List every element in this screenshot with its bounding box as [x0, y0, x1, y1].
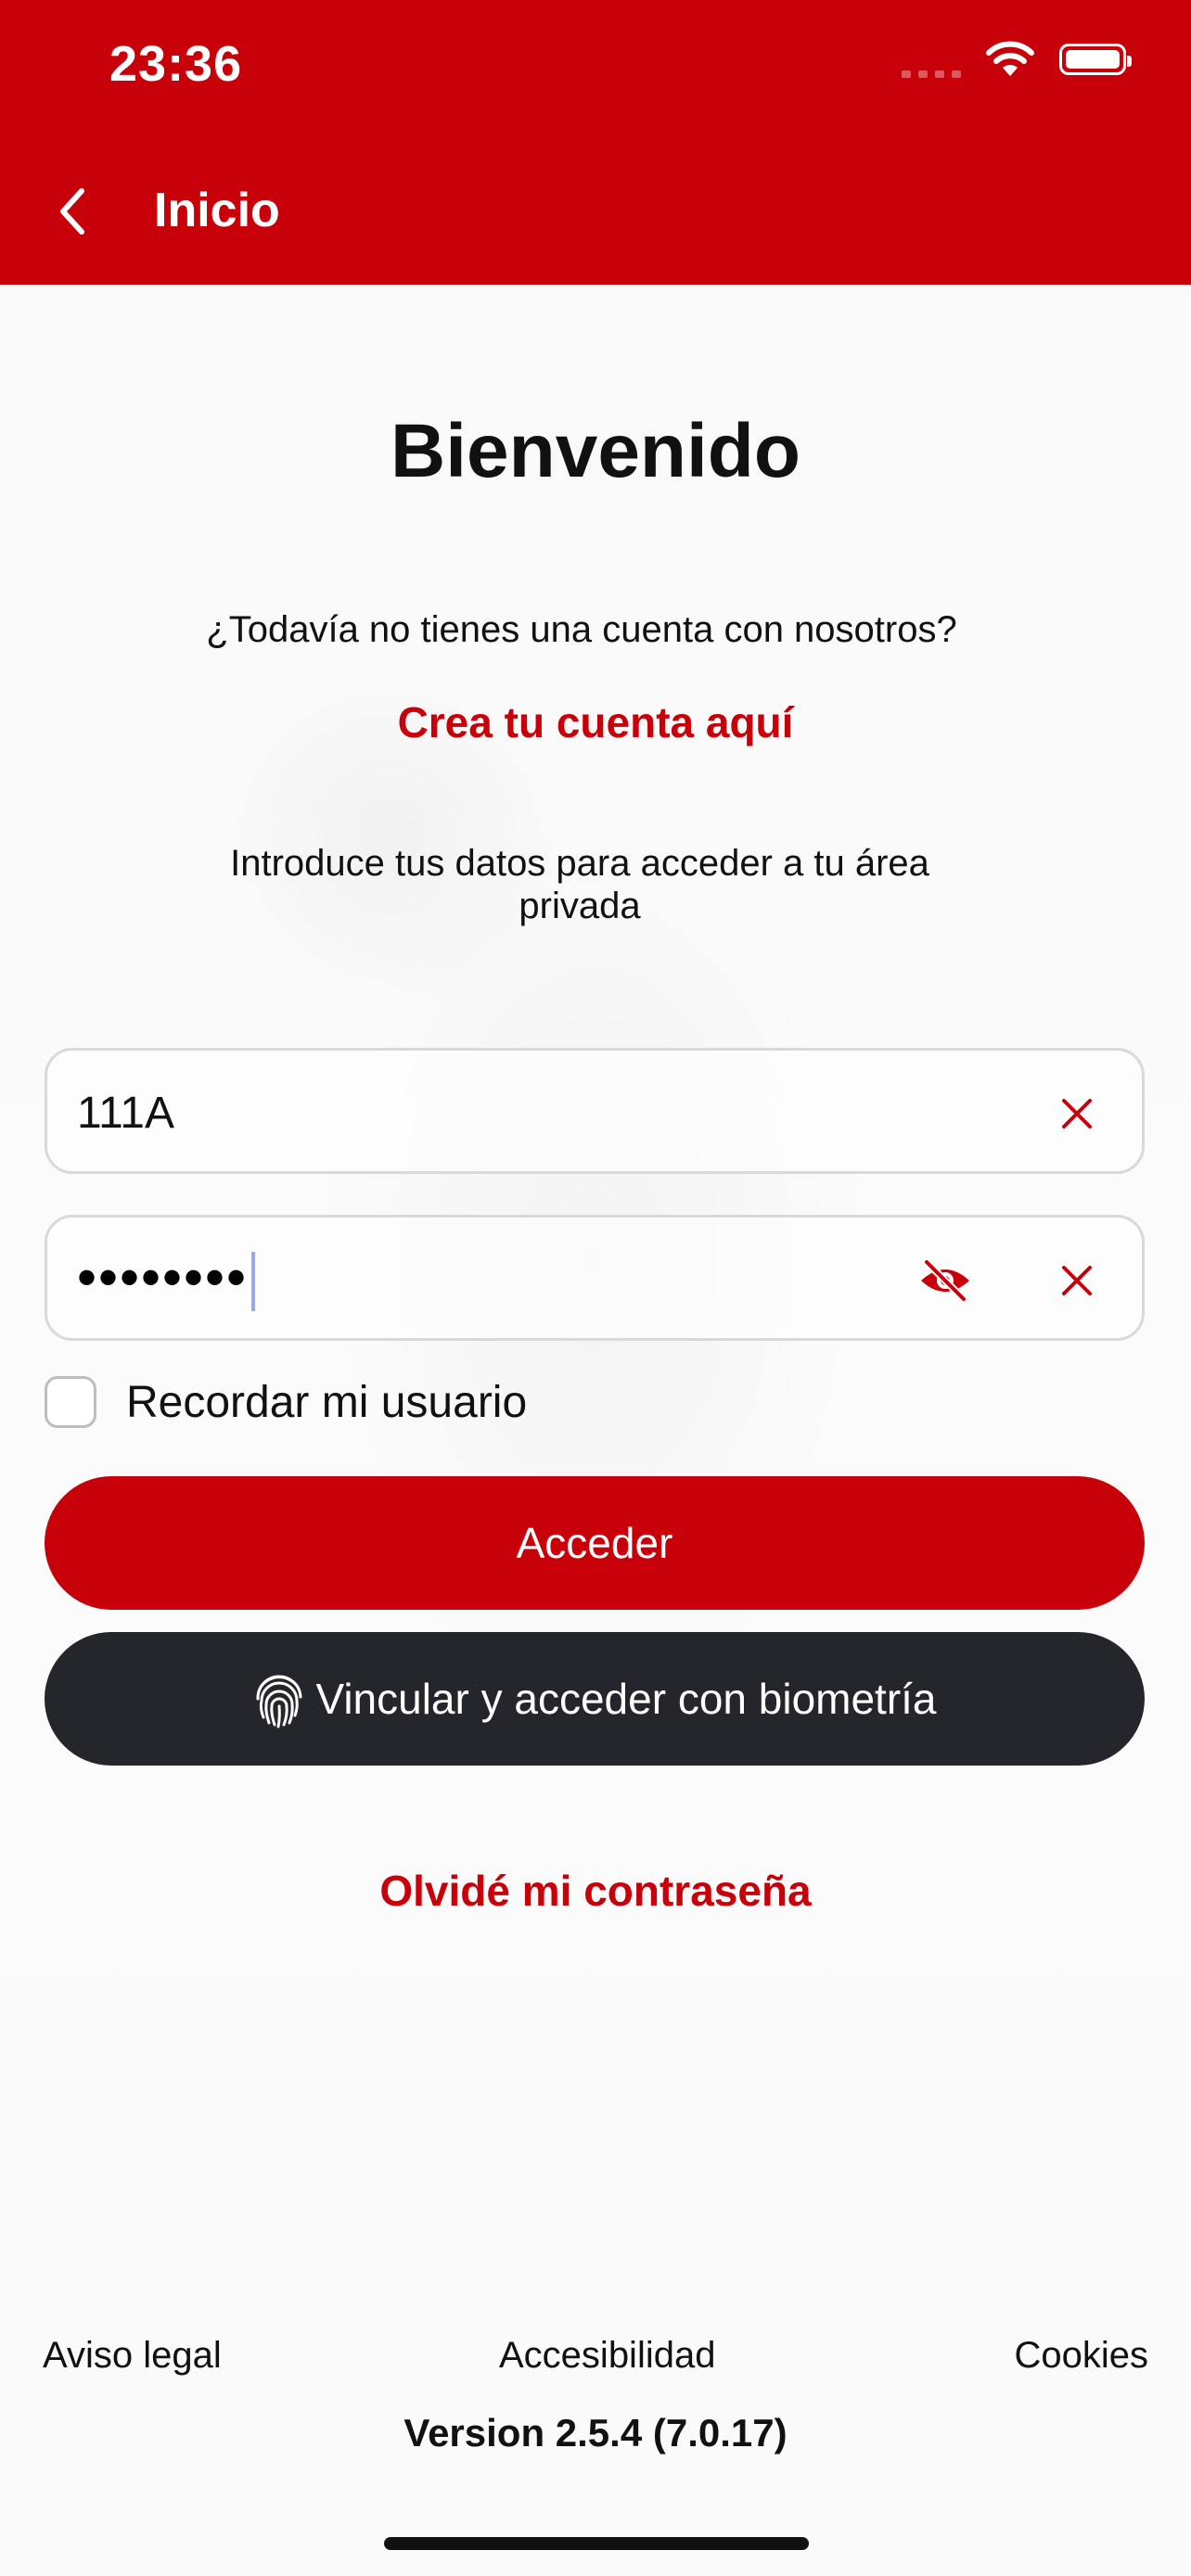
password-field[interactable]: ••••••••: [45, 1215, 1145, 1341]
password-value[interactable]: ••••••••: [77, 1245, 256, 1312]
remember-user-checkbox[interactable]: [45, 1376, 96, 1428]
cookies-link[interactable]: Cookies: [1014, 2335, 1148, 2377]
text-caret: [251, 1252, 256, 1312]
forgot-password-link[interactable]: Olvidé mi contraseña: [0, 1866, 1191, 1916]
clear-password-icon[interactable]: [1057, 1260, 1097, 1301]
clear-username-icon[interactable]: [1057, 1093, 1097, 1134]
accessibility-link[interactable]: Accesibilidad: [499, 2335, 715, 2377]
eye-slash-icon[interactable]: [917, 1255, 973, 1307]
username-field[interactable]: 111A: [45, 1048, 1145, 1174]
remember-user-row[interactable]: Recordar mi usuario: [45, 1376, 527, 1428]
biometric-login-button[interactable]: Vincular y acceder con biometría: [45, 1632, 1145, 1766]
no-account-question: ¿Todavía no tienes una cuenta con nosotr…: [206, 609, 957, 650]
login-screen: 23:36 Inicio Bienvenido ¿Todavía no tien…: [0, 0, 1191, 2576]
fingerprint-icon: [256, 1675, 302, 1728]
access-button-label: Acceder: [516, 1519, 673, 1567]
username-value[interactable]: 111A: [77, 1088, 174, 1139]
access-button[interactable]: Acceder: [45, 1476, 1145, 1610]
create-account-link[interactable]: Crea tu cuenta aquí: [0, 697, 1191, 747]
intro-text: Introduce tus datos para acceder a tu ár…: [230, 843, 929, 926]
app-version: Version 2.5.4 (7.0.17): [403, 2411, 788, 2455]
legal-notice-link[interactable]: Aviso legal: [43, 2335, 222, 2377]
page-title: Bienvenido: [391, 409, 800, 493]
biometric-button-label: Vincular y acceder con biometría: [315, 1675, 937, 1723]
remember-user-label[interactable]: Recordar mi usuario: [126, 1377, 527, 1428]
login-content: Bienvenido ¿Todavía no tienes una cuenta…: [0, 0, 1191, 2576]
